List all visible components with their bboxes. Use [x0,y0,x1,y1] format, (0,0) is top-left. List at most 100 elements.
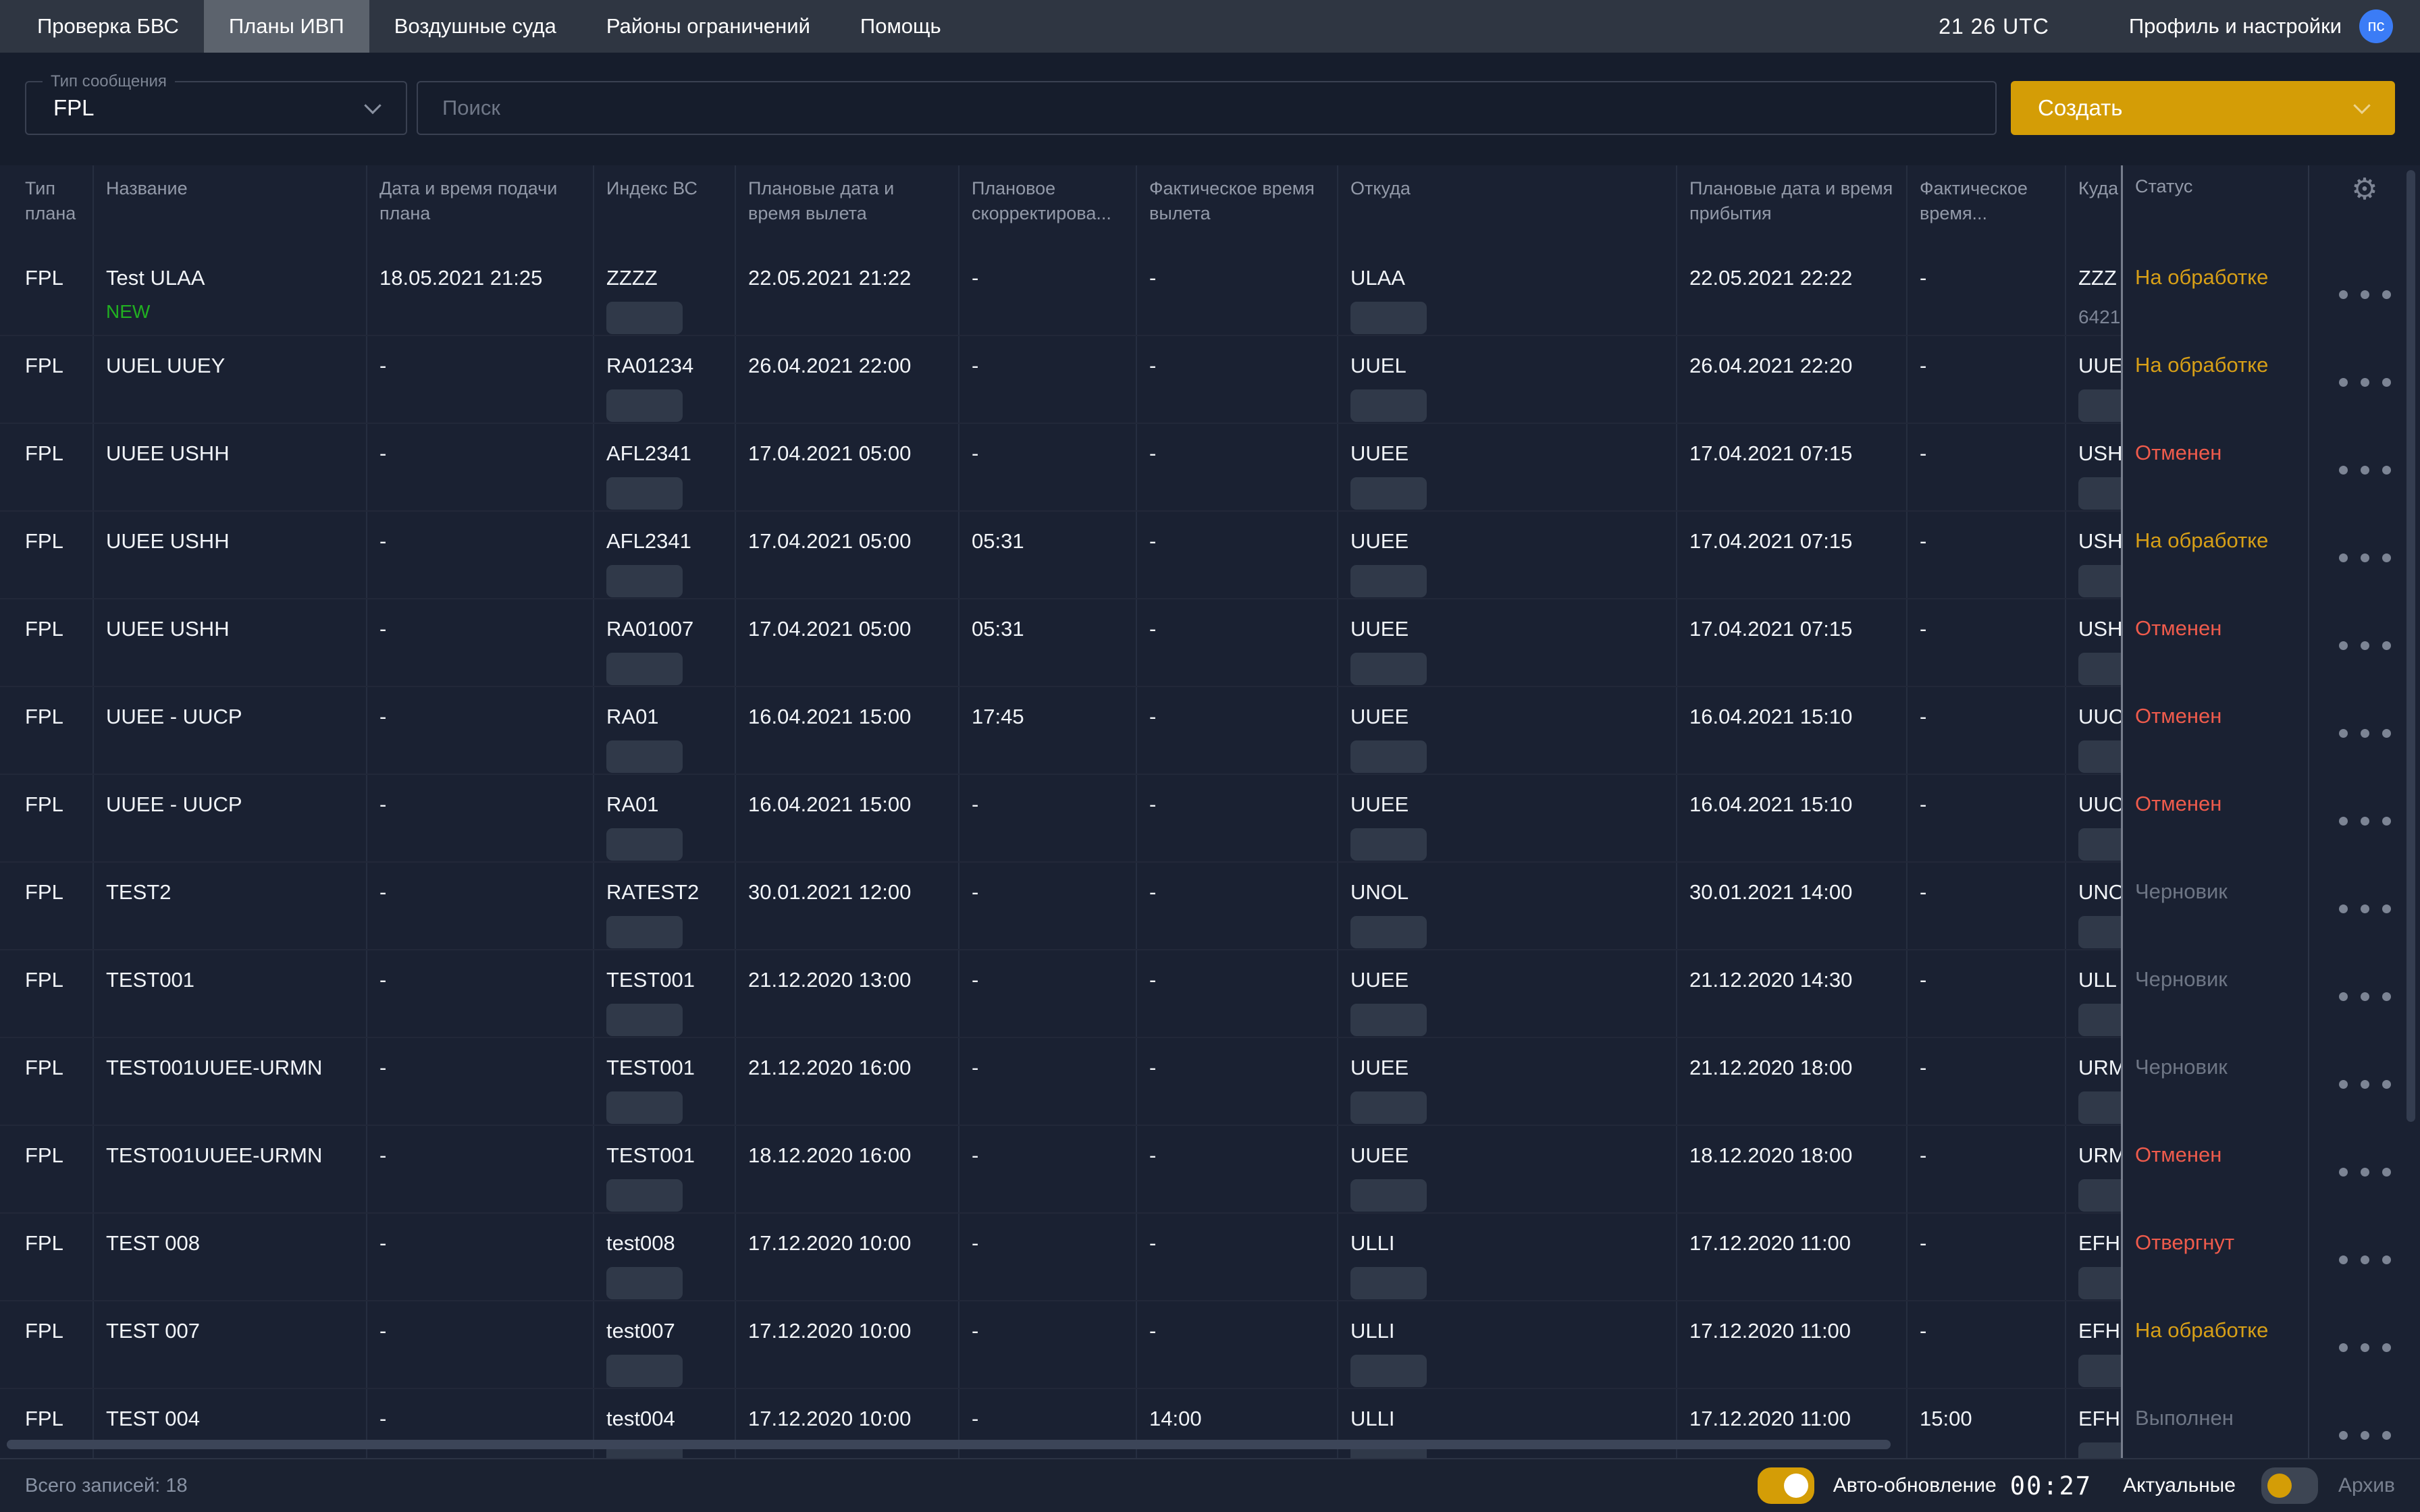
nav-tab-2[interactable]: Воздушные суда [369,0,581,53]
status-row: Отменен [2123,775,2420,863]
nav-tabs: Проверка БВСПланы ИВПВоздушные судаРайон… [12,0,966,53]
cell-origin: UUEE [1337,775,1676,861]
column-header-3: Индекс ВС [593,165,735,248]
cell-origin: UNOL [1337,863,1676,949]
more-actions-button[interactable] [2339,378,2391,387]
cell-corrected-departure: - [958,336,1136,423]
table-row[interactable]: FPL UUEE - UUCP - RA01 16.04.2021 15:00 … [0,687,2420,775]
aircraft-tag-pill [606,1004,683,1036]
nav-tab-4[interactable]: Помощь [835,0,966,53]
more-actions-button[interactable] [2339,905,2391,913]
create-button[interactable]: Создать [2011,81,2395,135]
auto-update-toggle[interactable] [1758,1467,1814,1504]
auto-update-label: Авто-обновление [1833,1474,1997,1497]
cell-status: Отвергнут [2123,1214,2308,1301]
cell-actual-arrival: - [1906,512,2065,598]
table-row[interactable]: FPL UUEL UUEY - RA01234 26.04.2021 22:00… [0,336,2420,424]
table-row[interactable]: FPL UUEE USHH - AFL2341 17.04.2021 05:00… [0,512,2420,599]
cell-status: На обработке [2123,336,2308,424]
flight-plans-table: Тип планаНазваниеДата и время подачи пла… [0,165,2420,1458]
cell-aircraft-index: AFL2341 [593,512,735,598]
total-records: Всего записей: 18 [25,1475,188,1497]
more-actions-button[interactable] [2339,1168,2391,1177]
cell-actual-arrival: - [1906,599,2065,686]
cell-planned-departure: 16.04.2021 15:00 [735,775,958,861]
cell-planned-departure: 26.04.2021 22:00 [735,336,958,423]
more-actions-button[interactable] [2339,817,2391,826]
table-row[interactable]: FPL TEST 007 - test007 17.12.2020 10:00 … [0,1301,2420,1389]
cell-submitted: - [366,424,593,510]
cell-plan-type: FPL [0,1301,93,1388]
cell-planned-departure: 17.04.2021 05:00 [735,424,958,510]
cell-plan-type: FPL [0,248,93,335]
cell-status: Отменен [2123,687,2308,775]
aircraft-tag-pill [606,477,683,510]
origin-tag-pill [1350,1179,1427,1212]
table-row[interactable]: FPL UUEE - UUCP - RA01 16.04.2021 15:00 … [0,775,2420,863]
cell-actual-departure: - [1136,248,1337,335]
cell-name: TEST001UUEE-URMN [93,1126,366,1212]
more-actions-button[interactable] [2339,1343,2391,1352]
nav-tab-1[interactable]: Планы ИВП [204,0,369,53]
table-row[interactable]: FPL UUEE USHH - AFL2341 17.04.2021 05:00… [0,424,2420,512]
cell-actual-arrival: - [1906,775,2065,861]
table-row[interactable]: FPL TEST001UUEE-URMN - TEST001 21.12.202… [0,1038,2420,1126]
more-actions-button[interactable] [2339,729,2391,738]
more-actions-button[interactable] [2339,992,2391,1001]
cell-aircraft-index: RA01234 [593,336,735,423]
cell-name: TEST001 [93,950,366,1037]
more-actions-button[interactable] [2339,1256,2391,1264]
vertical-scrollbar[interactable] [2406,170,2415,1122]
cell-submitted: - [366,1038,593,1125]
table-row[interactable]: FPL UUEE USHH - RA01007 17.04.2021 05:00… [0,599,2420,687]
more-actions-button[interactable] [2339,554,2391,562]
profile-settings-link[interactable]: Профиль и настройки [2129,14,2342,38]
table-body: FPL Test ULAANEW 18.05.2021 21:25 ZZZZ 2… [0,248,2420,1458]
cell-planned-arrival: 22.05.2021 22:22 [1676,248,1906,335]
row-actions [2308,424,2420,512]
more-actions-button[interactable] [2339,466,2391,475]
column-header-1: Название [93,165,366,248]
search-input[interactable] [418,82,1995,134]
cell-actual-arrival: - [1906,1214,2065,1300]
table-row[interactable]: FPL TEST 008 - test008 17.12.2020 10:00 … [0,1214,2420,1301]
table-row[interactable]: FPL TEST2 - RATEST2 30.01.2021 12:00 - -… [0,863,2420,950]
cell-name: TEST 008 [93,1214,366,1300]
column-header-4: Плановые дата и время вылета [735,165,958,248]
nav-tab-0[interactable]: Проверка БВС [12,0,204,53]
cell-status: На обработке [2123,512,2308,599]
cell-submitted: - [366,1214,593,1300]
cell-aircraft-index: RATEST2 [593,863,735,949]
gear-icon[interactable]: ⚙ [2351,175,2377,248]
status-row: Черновик [2123,863,2420,950]
aircraft-tag-pill [606,1179,683,1212]
horizontal-scrollbar[interactable] [7,1440,1891,1449]
message-type-select[interactable]: Тип сообщения FPL [25,81,407,135]
cell-origin: UUEE [1337,512,1676,598]
table-row[interactable]: FPL TEST001 - TEST001 21.12.2020 13:00 -… [0,950,2420,1038]
avatar[interactable]: пс [2359,9,2393,43]
cell-aircraft-index: TEST001 [593,950,735,1037]
cell-actual-arrival: - [1906,424,2065,510]
status-row: Отменен [2123,687,2420,775]
cell-submitted: - [366,950,593,1037]
cell-actual-departure: - [1136,1214,1337,1300]
more-actions-button[interactable] [2339,641,2391,650]
cell-submitted: - [366,336,593,423]
origin-tag-pill [1350,740,1427,773]
row-actions [2308,950,2420,1038]
cell-planned-departure: 22.05.2021 21:22 [735,248,958,335]
actual-filter-label: Актуальные [2123,1474,2236,1497]
cell-actual-departure: - [1136,950,1337,1037]
table-row[interactable]: FPL Test ULAANEW 18.05.2021 21:25 ZZZZ 2… [0,248,2420,336]
cell-planned-arrival: 26.04.2021 22:20 [1676,336,1906,423]
status-row: Отменен [2123,599,2420,687]
more-actions-button[interactable] [2339,290,2391,299]
archive-toggle[interactable] [2261,1467,2318,1504]
cell-actual-departure: - [1136,775,1337,861]
auto-update-timer: 00:27 [2010,1472,2092,1501]
more-actions-button[interactable] [2339,1431,2391,1440]
table-row[interactable]: FPL TEST001UUEE-URMN - TEST001 18.12.202… [0,1126,2420,1214]
nav-tab-3[interactable]: Районы ограничений [581,0,835,53]
more-actions-button[interactable] [2339,1080,2391,1089]
